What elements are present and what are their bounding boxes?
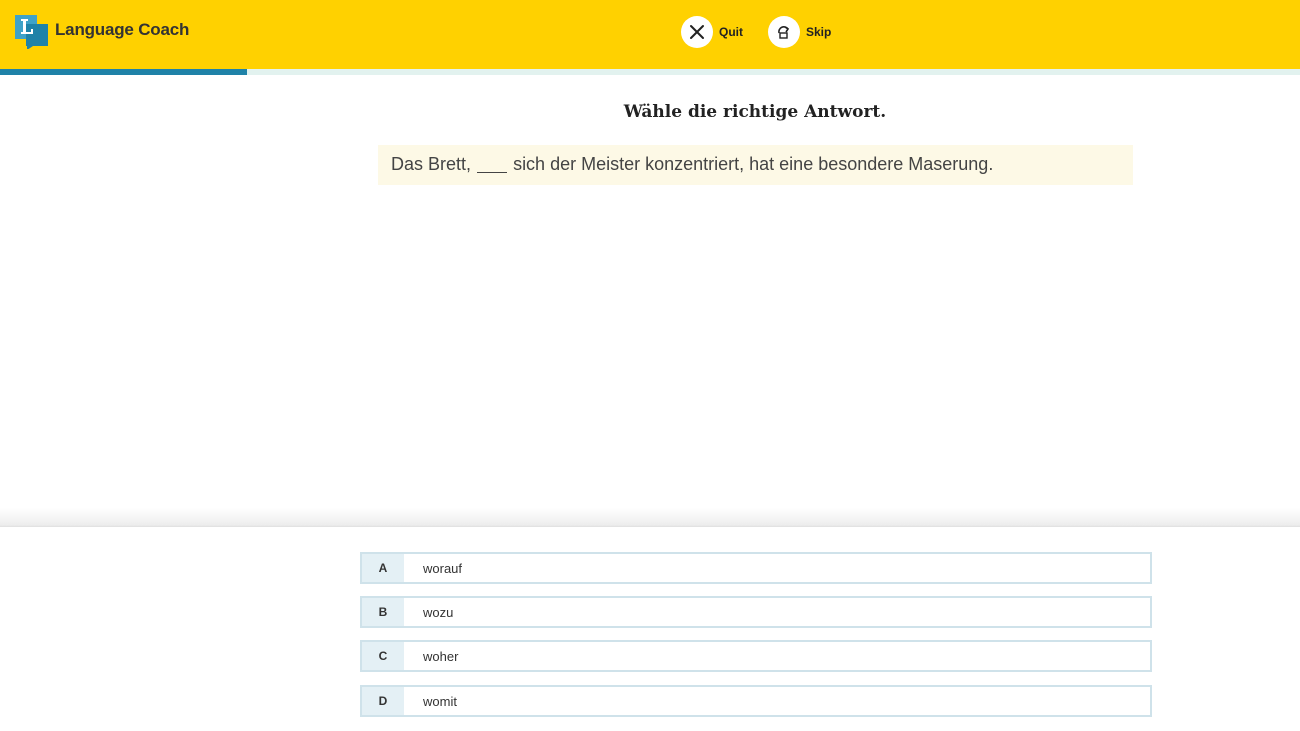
sentence-end: sich der Meister konzentriert, hat eine … <box>513 154 994 174</box>
answer-text[interactable]: wozu <box>404 598 453 626</box>
answer-option-d[interactable]: D womit <box>360 685 1152 717</box>
answer-letter[interactable]: B <box>362 598 404 626</box>
quit-button[interactable]: Quit <box>681 16 743 48</box>
answer-option-c[interactable]: C woher <box>360 640 1152 672</box>
skip-label[interactable]: Skip <box>806 25 831 39</box>
quit-label[interactable]: Quit <box>719 25 743 39</box>
skip-icon[interactable] <box>768 16 800 48</box>
top-bar: Language Coach Quit Skip <box>0 0 1300 69</box>
exercise-instruction: Wähle die richtige Antwort. <box>623 102 887 122</box>
answer-text[interactable]: womit <box>404 687 457 715</box>
answers-divider <box>0 508 1300 528</box>
answer-text[interactable]: worauf <box>404 554 462 582</box>
answer-letter[interactable]: C <box>362 642 404 670</box>
answer-text[interactable]: woher <box>404 642 458 670</box>
close-icon[interactable] <box>681 16 713 48</box>
answer-option-a[interactable]: A worauf <box>360 552 1152 584</box>
answer-letter[interactable]: D <box>362 687 404 715</box>
answer-option-b[interactable]: B wozu <box>360 596 1152 628</box>
question-sentence: Das Brett, sich der Meister konzentriert… <box>378 145 1133 185</box>
answers-panel: A worauf B wozu C woher D womit <box>0 527 1300 731</box>
answer-letter[interactable]: A <box>362 554 404 582</box>
sentence-blank <box>477 151 508 173</box>
sentence-start: Das Brett, <box>391 154 472 174</box>
app-title: Language Coach <box>55 20 190 39</box>
app-logo-icon <box>15 15 49 50</box>
progress-bar-fill <box>0 69 247 75</box>
progress-bar <box>0 69 1300 75</box>
skip-button[interactable]: Skip <box>768 16 831 48</box>
